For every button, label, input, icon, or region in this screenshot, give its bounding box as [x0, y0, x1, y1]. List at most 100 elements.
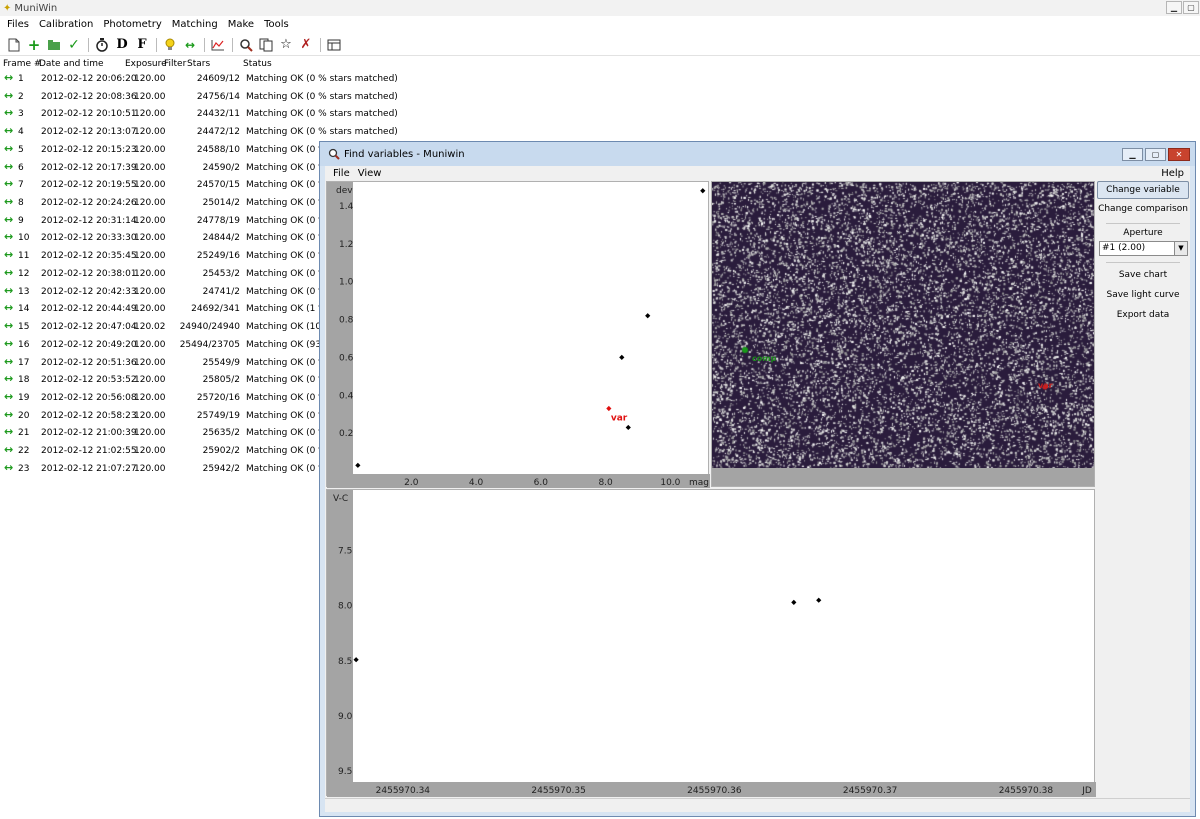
table-icon[interactable] — [324, 36, 344, 54]
main-title-bar: ✦ MuniWin ▁ ▢ — [0, 0, 1200, 16]
x-tick-label: 4.0 — [469, 478, 484, 488]
sky-chart-image[interactable] — [712, 182, 1094, 468]
frame-status: Matching OK (0 % stars matched) — [246, 127, 398, 138]
table-row[interactable]: ↔ 2 2012-02-12 20:08:36 120.00 24756/14 Match… — [0, 89, 398, 107]
table-row[interactable]: ↔ 5 2012-02-12 20:15:23 120.00 24588/10 Match… — [0, 142, 327, 160]
table-row[interactable]: ↔ 10 2012-02-12 20:33:30 120.00 24844/2 Match… — [0, 230, 327, 248]
new-file-icon[interactable] — [4, 36, 24, 54]
close-icon[interactable]: ✕ — [1168, 148, 1190, 161]
table-row[interactable]: ↔ 7 2012-02-12 20:19:55 120.00 24570/15 Match… — [0, 177, 327, 195]
table-row[interactable]: ↔ 14 2012-02-12 20:44:49 120.00 24692/341 Mat… — [0, 301, 327, 319]
minimize-icon[interactable]: ▁ — [1166, 1, 1182, 14]
table-row[interactable]: ↔ 20 2012-02-12 20:58:23 120.00 25749/19 Matc… — [0, 408, 327, 426]
mag-dev-scatter-chart[interactable]: dev 0.2 0.4 0.6 0.8 1.0 1.2 1.4 2.0 4.0 6.0 8.0 10.0… — [327, 182, 710, 488]
data-point[interactable] — [625, 424, 631, 431]
frame-exposure: 120.00 — [134, 144, 166, 155]
menu-calibration[interactable]: Calibration — [34, 19, 98, 30]
match-arrows-icon: ↔ — [4, 265, 14, 279]
frame-status: Matching OK (0 % stars matched) — [246, 109, 398, 120]
table-row[interactable]: ↔ 17 2012-02-12 20:51:36 120.00 25549/9 Match… — [0, 355, 327, 373]
data-point[interactable] — [619, 354, 625, 360]
menu-make[interactable]: Make — [223, 19, 259, 30]
match-arrows-icon: ↔ — [4, 195, 14, 209]
frame-stars: 24609/12 — [196, 74, 240, 84]
frame-stars: 24432/11 — [196, 109, 240, 120]
table-row[interactable]: ↔ 15 2012-02-12 20:47:04 120.02 24940/24940 M… — [0, 319, 327, 337]
col-date-time[interactable]: Date and time — [39, 59, 104, 69]
aperture-select[interactable]: #1 (2.00) ▼ — [1099, 241, 1188, 256]
change-variable-button[interactable]: Change variable — [1097, 181, 1189, 199]
frame-date: 2012-02-12 20:49:20 — [41, 339, 137, 350]
table-row[interactable]: ↔ 19 2012-02-12 20:56:08 120.00 25720/16 Matc… — [0, 390, 327, 408]
match-arrows-icon: ↔ — [4, 71, 14, 84]
table-row[interactable]: ↔ 12 2012-02-12 20:38:01 120.00 25453/2 Match… — [0, 265, 327, 284]
light-curve-plot[interactable]: V-C 7.5 8.0 8.5 9.0 9.5 2455970.34 2455970.35 24… — [326, 489, 1096, 797]
frame-status: Matching OK (1 % — [246, 304, 327, 315]
col-filter[interactable]: Filter — [164, 59, 186, 69]
stopwatch-icon[interactable] — [92, 36, 112, 54]
data-point[interactable] — [700, 188, 706, 194]
menu-tools[interactable]: Tools — [259, 19, 294, 30]
find-variables-window: Find variables - Muniwin ▁ ▢ ✕ File View… — [319, 141, 1196, 817]
table-row[interactable]: ↔ 21 2012-02-12 21:00:39 120.00 25635/2 Match… — [0, 425, 327, 443]
run-icon[interactable]: ☆ — [276, 36, 296, 54]
chevron-down-icon[interactable]: ▼ — [1174, 242, 1187, 255]
col-stars[interactable]: Stars — [187, 59, 210, 69]
table-row[interactable]: ↔ 9 2012-02-12 20:31:14 120.00 24778/19 Match… — [0, 213, 327, 231]
data-point[interactable] — [816, 597, 822, 603]
data-point[interactable] — [791, 599, 797, 605]
frame-exposure: 120.00 — [134, 339, 166, 350]
table-row[interactable]: ↔ 18 2012-02-12 20:53:52 120.00 25805/2 Match… — [0, 372, 327, 390]
add-icon[interactable]: + — [24, 36, 44, 54]
menu-file[interactable]: File — [329, 168, 354, 179]
copy-frames-icon[interactable] — [256, 36, 276, 54]
maximize-icon[interactable]: ▢ — [1145, 148, 1166, 161]
check-icon[interactable]: ✓ — [64, 36, 84, 54]
variable-star-point[interactable] — [606, 405, 612, 412]
find-variables-icon[interactable] — [236, 36, 256, 54]
match-arrows-icon[interactable]: ↔ — [180, 36, 200, 54]
light-curve-chart[interactable]: V-C 7.5 8.0 8.5 9.0 9.5 2455970.34 2455970.35 24… — [327, 490, 1096, 797]
maximize-icon[interactable]: ▢ — [1183, 1, 1199, 14]
table-row[interactable]: ↔ 16 2012-02-12 20:49:20 120.00 25494/23705 M… — [0, 337, 332, 355]
table-row[interactable]: ↔ 22 2012-02-12 21:02:55 120.00 25902/2 Match… — [0, 443, 327, 461]
menu-matching[interactable]: Matching — [167, 19, 223, 30]
mag-dev-plot[interactable]: dev 0.2 0.4 0.6 0.8 1.0 1.2 1.4 2.0 4.0 6.0 8.0 10.0… — [326, 181, 710, 488]
find-variables-body: File View Help dev 0.2 0.4 0.6 0.8 1.0 1.2 1.4 2… — [325, 166, 1190, 812]
kill-icon[interactable]: ✗ — [296, 36, 316, 54]
change-comparison-button[interactable]: Change comparison — [1097, 201, 1189, 219]
flat-frame-icon[interactable]: F — [132, 36, 152, 54]
x-tick-label: 2455970.35 — [531, 786, 585, 796]
save-light-curve-button[interactable]: Save light curve — [1097, 287, 1189, 305]
menu-files[interactable]: Files — [2, 19, 34, 30]
minimize-icon[interactable]: ▁ — [1122, 148, 1143, 161]
frame-date: 2012-02-12 20:08:36 — [41, 91, 137, 102]
table-row[interactable]: ↔ 4 2012-02-12 20:13:07 120.00 24472/12 Match… — [0, 124, 398, 142]
col-frame-number[interactable]: Frame # — [3, 59, 41, 69]
table-row[interactable]: ↔ 23 2012-02-12 21:07:27 120.00 25942/2 Match… — [0, 461, 327, 479]
export-data-button[interactable]: Export data — [1097, 307, 1189, 325]
data-point[interactable] — [353, 657, 359, 663]
col-status[interactable]: Status — [243, 59, 272, 69]
menu-help[interactable]: Help — [1161, 168, 1184, 179]
save-chart-button[interactable]: Save chart — [1097, 267, 1189, 285]
menu-photometry[interactable]: Photometry — [98, 19, 166, 30]
bulb-icon[interactable] — [160, 36, 180, 54]
add-folder-icon[interactable] — [44, 36, 64, 54]
dark-frame-icon[interactable]: D — [112, 36, 132, 54]
data-point[interactable] — [645, 313, 651, 319]
divider — [1106, 262, 1180, 263]
table-row[interactable]: ↔ 6 2012-02-12 20:17:39 120.00 24590/2 Matchi… — [0, 160, 327, 178]
data-point[interactable] — [355, 462, 361, 468]
frame-stars: 25635/2 — [202, 428, 240, 439]
menu-view[interactable]: View — [354, 168, 386, 179]
col-exposure[interactable]: Exposure — [125, 59, 167, 69]
table-row[interactable]: ↔ 3 2012-02-12 20:10:51 120.00 24432/11 Match… — [0, 106, 398, 124]
frame-date: 2012-02-12 20:15:23 — [41, 144, 137, 155]
sky-chart-panel[interactable]: var comp — [711, 181, 1095, 487]
table-row[interactable]: ↔ 8 2012-02-12 20:24:26 120.00 25014/2 Matchi… — [0, 195, 327, 213]
chart-icon[interactable] — [208, 36, 228, 54]
table-row[interactable]: ↔ 13 2012-02-12 20:42:33 120.00 24741/2 Match… — [0, 284, 327, 302]
table-row[interactable]: ↔ 1 2012-02-12 20:06:20 120.00 24609/12 Match… — [0, 71, 398, 89]
table-row[interactable]: ↔ 11 2012-02-12 20:35:45 120.00 25249/16 Matc… — [0, 248, 327, 266]
